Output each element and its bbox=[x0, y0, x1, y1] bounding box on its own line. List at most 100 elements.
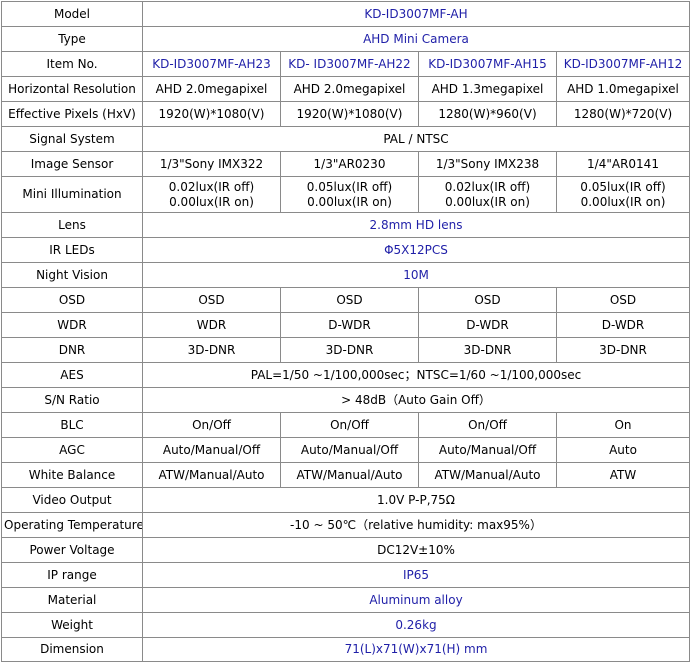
spec-label: Weight bbox=[1, 612, 143, 638]
spec-table: Model KD-ID3007MF-AH Type AHD Mini Camera It… bbox=[1, 1, 690, 662]
spec-row: IP range IP65 bbox=[1, 562, 690, 588]
spec-label: Mini Illumination bbox=[1, 176, 143, 213]
spec-label: Signal System bbox=[1, 126, 143, 152]
spec-row: S/N Ratio > 48dB（Auto Gain Off） bbox=[1, 387, 690, 413]
spec-label: Night Vision bbox=[1, 262, 143, 288]
spec-row: White Balance ATW/Manual/Auto ATW/Manual/A… bbox=[1, 462, 690, 488]
spec-value: 2.8mm HD lens bbox=[142, 212, 690, 238]
spec-label: OSD bbox=[1, 287, 143, 313]
spec-value: > 48dB（Auto Gain Off） bbox=[142, 387, 690, 413]
spec-row: Night Vision 10M bbox=[1, 262, 690, 288]
spec-row: Material Aluminum alloy bbox=[1, 587, 690, 613]
spec-value: 1/3"AR0230 bbox=[280, 151, 419, 177]
spec-value: 0.02lux(IR off) 0.00lux(IR on) bbox=[142, 176, 281, 213]
spec-value: 1920(W)*1080(V) bbox=[280, 101, 419, 127]
spec-value: On/Off bbox=[418, 412, 557, 438]
spec-label: IP range bbox=[1, 562, 143, 588]
spec-value: OSD bbox=[556, 287, 690, 313]
spec-label: Type bbox=[1, 26, 143, 52]
spec-value: D-WDR bbox=[556, 312, 690, 338]
spec-label: DNR bbox=[1, 337, 143, 363]
spec-value: Auto/Manual/Off bbox=[142, 437, 281, 463]
spec-row: Mini Illumination 0.02lux(IR off) 0.00lux(… bbox=[1, 176, 690, 213]
spec-row: AGC Auto/Manual/Off Auto/Manual/Off Auto/Ma… bbox=[1, 437, 690, 463]
spec-value: 1/4"AR0141 bbox=[556, 151, 690, 177]
spec-value: 1/3"Sony IMX322 bbox=[142, 151, 281, 177]
spec-label: BLC bbox=[1, 412, 143, 438]
spec-row: IR LEDs Φ5X12PCS bbox=[1, 237, 690, 263]
spec-label: WDR bbox=[1, 312, 143, 338]
spec-value: DC12V±10% bbox=[142, 537, 690, 563]
spec-row: Horizontal Resolution AHD 2.0megapixel AHD… bbox=[1, 76, 690, 102]
spec-value: 0.02lux(IR off) 0.00lux(IR on) bbox=[418, 176, 557, 213]
spec-value: 0.05lux(IR off) 0.00lux(IR on) bbox=[556, 176, 690, 213]
spec-value: 1/3"Sony IMX238 bbox=[418, 151, 557, 177]
spec-row: WDR WDR D-WDR D-WDR D-WDR bbox=[1, 312, 690, 338]
spec-table-body: Model KD-ID3007MF-AH Type AHD Mini Camera It… bbox=[1, 1, 690, 662]
spec-value-line: 0.02lux(IR off) bbox=[444, 179, 531, 194]
spec-row: OSD OSD OSD OSD OSD bbox=[1, 287, 690, 313]
spec-row: DNR 3D-DNR 3D-DNR 3D-DNR 3D-DNR bbox=[1, 337, 690, 363]
spec-value: Auto/Manual/Off bbox=[280, 437, 419, 463]
spec-value-line: 0.00lux(IR on) bbox=[580, 194, 666, 209]
spec-value: 3D-DNR bbox=[142, 337, 281, 363]
spec-value: 1280(W)*720(V) bbox=[556, 101, 690, 127]
spec-value: 0.05lux(IR off) 0.00lux(IR on) bbox=[280, 176, 419, 213]
spec-value: PAL=1/50 ~1/100,000sec；NTSC=1/60 ~1/100,… bbox=[142, 362, 690, 388]
spec-row: Image Sensor 1/3"Sony IMX322 1/3"AR0230 1/3… bbox=[1, 151, 690, 177]
spec-label: Horizontal Resolution bbox=[1, 76, 143, 102]
spec-value: KD-ID3007MF-AH bbox=[142, 1, 690, 27]
spec-value: KD- ID3007MF-AH22 bbox=[280, 51, 419, 77]
spec-value: Auto bbox=[556, 437, 690, 463]
spec-label: Item No. bbox=[1, 51, 143, 77]
spec-value: KD-ID3007MF-AH23 bbox=[142, 51, 281, 77]
spec-value: 0.26kg bbox=[142, 612, 690, 638]
spec-value: ATW/Manual/Auto bbox=[142, 462, 281, 488]
spec-value: AHD 2.0megapixel bbox=[280, 76, 419, 102]
spec-value: KD-ID3007MF-AH12 bbox=[556, 51, 690, 77]
spec-row: Lens 2.8mm HD lens bbox=[1, 212, 690, 238]
spec-value: IP65 bbox=[142, 562, 690, 588]
spec-label: Lens bbox=[1, 212, 143, 238]
spec-value: On/Off bbox=[142, 412, 281, 438]
spec-label: Model bbox=[1, 1, 143, 27]
spec-value: 3D-DNR bbox=[556, 337, 690, 363]
spec-value: D-WDR bbox=[280, 312, 419, 338]
spec-label: Material bbox=[1, 587, 143, 613]
spec-value-line: 0.05lux(IR off) bbox=[580, 179, 666, 194]
spec-value: AHD 2.0megapixel bbox=[142, 76, 281, 102]
spec-label: Effective Pixels (HxV) bbox=[1, 101, 143, 127]
spec-value: 1.0V P-P,75Ω bbox=[142, 487, 690, 513]
spec-label: Operating Temperature bbox=[1, 512, 143, 538]
spec-row: Video Output 1.0V P-P,75Ω bbox=[1, 487, 690, 513]
spec-value: On/Off bbox=[280, 412, 419, 438]
spec-row: Operating Temperature -10 ~ 50℃（relative … bbox=[1, 512, 690, 538]
spec-value: D-WDR bbox=[418, 312, 557, 338]
spec-row: Model KD-ID3007MF-AH bbox=[1, 1, 690, 27]
spec-value-line: 0.00lux(IR on) bbox=[307, 194, 392, 209]
spec-value: AHD 1.3megapixel bbox=[418, 76, 557, 102]
spec-value: 1280(W)*960(V) bbox=[418, 101, 557, 127]
spec-value: 3D-DNR bbox=[280, 337, 419, 363]
spec-label: Image Sensor bbox=[1, 151, 143, 177]
spec-label: Power Voltage bbox=[1, 537, 143, 563]
spec-row: AES PAL=1/50 ~1/100,000sec；NTSC=1/60 ~1/1… bbox=[1, 362, 690, 388]
spec-label: IR LEDs bbox=[1, 237, 143, 263]
spec-label: AES bbox=[1, 362, 143, 388]
spec-value: ATW/Manual/Auto bbox=[418, 462, 557, 488]
spec-value: KD-ID3007MF-AH15 bbox=[418, 51, 557, 77]
spec-row: Power Voltage DC12V±10% bbox=[1, 537, 690, 563]
spec-value: AHD 1.0megapixel bbox=[556, 76, 690, 102]
spec-value: PAL / NTSC bbox=[142, 126, 690, 152]
spec-row: Effective Pixels (HxV) 1920(W)*1080(V) 192… bbox=[1, 101, 690, 127]
spec-value: Φ5X12PCS bbox=[142, 237, 690, 263]
spec-value: -10 ~ 50℃（relative humidity: max95%） bbox=[142, 512, 690, 538]
spec-value: OSD bbox=[142, 287, 281, 313]
spec-label: Dimension bbox=[1, 637, 143, 662]
spec-row: Signal System PAL / NTSC bbox=[1, 126, 690, 152]
spec-row: Item No. KD-ID3007MF-AH23 KD- ID3007MF-AH2… bbox=[1, 51, 690, 77]
spec-value: 71(L)x71(W)x71(H) mm bbox=[142, 637, 690, 662]
spec-label: S/N Ratio bbox=[1, 387, 143, 413]
spec-value: On bbox=[556, 412, 690, 438]
spec-value-line: 0.05lux(IR off) bbox=[306, 179, 393, 194]
